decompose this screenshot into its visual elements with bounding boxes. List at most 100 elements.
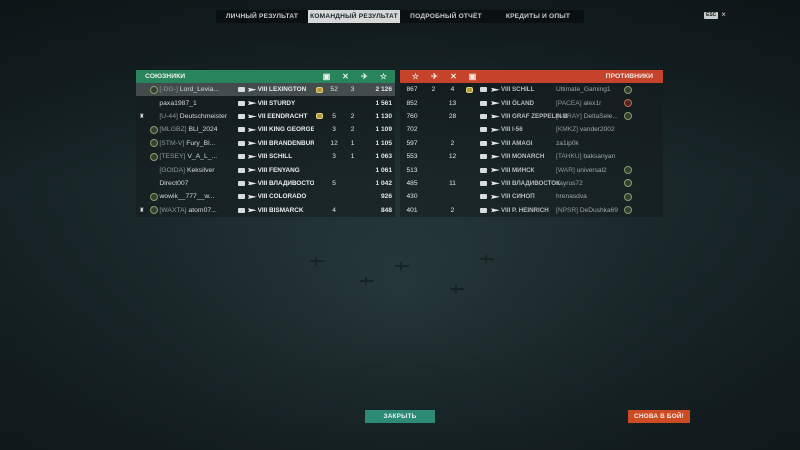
rank-icon <box>149 125 158 134</box>
ship-class-icon <box>479 100 487 106</box>
enemy-row[interactable]: 513 VIII МИНСК [WAR] universal2 <box>400 163 663 176</box>
avatar-cell <box>148 179 160 187</box>
enemy-row[interactable]: 430 VIII СИНОП hrenasdva <box>400 190 663 203</box>
avatar-cell <box>148 152 160 161</box>
tab-credits-xp[interactable]: КРЕДИТЫ И ОПЫТ <box>492 10 584 23</box>
ally-row[interactable]: [-DG-] Lord_Levia... VIII LEXINGTON 52 3 2 1… <box>136 83 395 97</box>
ship-class-icon <box>238 207 246 213</box>
medal-icon <box>315 113 323 120</box>
player-name[interactable]: [-DG-] Lord_Levia... <box>159 86 236 93</box>
kills-value: 28 <box>448 112 457 120</box>
player-name[interactable]: [TESEY] V_A_L_... <box>159 153 236 160</box>
player-name[interactable]: [ARRAY] DeltaSele... <box>556 113 622 120</box>
xp-value: 430 <box>406 193 418 201</box>
player-name[interactable]: Ultimate_Gaming1 <box>556 86 622 93</box>
ally-row[interactable]: [GOIDA] Keksilver VIII FENYANG 1 061 <box>136 163 395 176</box>
close-icon[interactable]: × <box>721 11 726 19</box>
ally-row[interactable]: [STM-V] Fury_Bl... VIII BRANDENBURG 12 1 1 1… <box>136 137 395 150</box>
allies-title: СОЮЗНИКИ <box>145 73 186 80</box>
battle-again-button[interactable]: СНОВА В БОЙ! <box>628 410 690 423</box>
player-name[interactable]: Direct007 <box>159 180 236 187</box>
ship-class-icon <box>238 113 246 119</box>
ship-name: VIII COLORADO <box>257 193 307 201</box>
planes-value: 2 <box>431 86 436 94</box>
enemy-row[interactable]: 867 2 4 VIII SCHILL Ultimate_Gaming1 <box>400 83 663 96</box>
class-cell <box>476 87 490 93</box>
player-nick: Deutschmeister <box>179 112 227 120</box>
enemy-row[interactable]: 401 2 VIII P. HEINRICH [NPSR] DeDushka69 <box>400 204 663 217</box>
ship-name: VIII FENYANG <box>257 166 300 174</box>
window-close[interactable]: ESC × <box>704 11 726 19</box>
ship-icon-cell <box>490 181 501 186</box>
player-name[interactable]: [MLGBZ] BLI_2024 <box>159 126 236 133</box>
tab-team-result[interactable]: КОМАНДНЫЙ РЕЗУЛЬТАТ <box>308 10 400 23</box>
ship-name: VIII P. HEINRICH <box>501 206 549 214</box>
enemy-row[interactable]: 597 2 VIII AMAGI za1ip0k <box>400 137 663 150</box>
player-name[interactable]: [KMKZ] vander2002 <box>556 126 622 133</box>
xp-value: 2 126 <box>375 86 392 94</box>
player-name[interactable]: [TAHKU] baksanyan <box>556 153 622 160</box>
class-cell <box>236 127 247 133</box>
enemies-title: ПРОТИВНИКИ <box>605 73 653 80</box>
avatar-cell <box>622 85 634 94</box>
clan-tag[interactable]: [TAHKU] <box>556 153 583 160</box>
player-name[interactable]: za1ip0k <box>556 140 622 147</box>
ship-silhouette-icon <box>491 114 500 119</box>
avatar-cell <box>622 206 634 215</box>
tab-personal-result[interactable]: ЛИЧНЫЙ РЕЗУЛЬТАТ <box>216 10 308 23</box>
clan-tag[interactable]: [WAR] <box>556 167 577 174</box>
ship-class-icon <box>238 87 246 93</box>
clan-tag[interactable]: [NPSR] <box>556 207 580 214</box>
clan-tag[interactable]: [ARRAY] <box>556 113 584 120</box>
close-button[interactable]: ЗАКРЫТЬ <box>365 410 435 423</box>
clan-tag[interactable]: [KMKZ] <box>556 126 580 133</box>
player-name[interactable]: [GOIDA] Keksilver <box>159 167 236 174</box>
enemy-row[interactable]: 852 13 VIII ÖLAND [PACEA] alex1r <box>400 96 663 109</box>
allies-list: [-DG-] Lord_Levia... VIII LEXINGTON 52 3 2 1… <box>136 83 395 217</box>
planes-value: 2 <box>350 112 355 120</box>
class-cell <box>236 167 247 173</box>
player-name[interactable]: [STM-V] Fury_Bl... <box>159 140 236 147</box>
player-name[interactable]: sayrus72 <box>556 180 622 187</box>
player-nick: paxa1987_1 <box>159 99 197 107</box>
player-nick: vander2002 <box>579 126 615 134</box>
player-name[interactable]: paxa1987_1 <box>159 100 236 107</box>
player-nick: Fury_Bl... <box>186 139 216 147</box>
clan-tag[interactable]: [PACEA] <box>556 100 583 107</box>
ship-class-icon <box>479 180 487 186</box>
clan-tag[interactable]: [U-44] <box>159 113 179 120</box>
ally-row[interactable]: ♜ [U-44] Deutschmeister VII EENDRACHT 5 2 1 1… <box>136 110 395 123</box>
player-nick: atom07... <box>188 206 217 214</box>
ally-row[interactable]: Direct007 VIII ВЛАДИВОСТОК 5 1 042 <box>136 177 395 190</box>
clan-tag[interactable]: [WAXTA] <box>159 207 188 214</box>
player-name[interactable]: [WAXTA] atom07... <box>159 207 236 214</box>
ally-row[interactable]: wowik__777__w... VIII COLORADO 926 <box>136 190 395 203</box>
enemy-row[interactable]: 760 28 VIII GRAF ZEPPELIN B [ARRAY] DeltaSe… <box>400 110 663 123</box>
ally-row[interactable]: [TESEY] V_A_L_... VIII SCHILL 3 1 1 063 <box>136 150 395 163</box>
clan-tag[interactable]: [GOIDA] <box>159 167 187 174</box>
ship-name: VIII SCHILL <box>501 86 535 94</box>
ship-class-icon <box>238 100 246 106</box>
ally-row[interactable]: paxa1987_1 VIII STURDY 1 561 <box>136 96 395 109</box>
player-name[interactable]: [NPSR] DeDushka69 <box>556 207 622 214</box>
player-name[interactable]: wowik__777__w... <box>159 193 236 200</box>
player-name[interactable]: [U-44] Deutschmeister <box>159 113 236 120</box>
player-name[interactable]: hrenasdva <box>556 193 622 200</box>
enemy-row[interactable]: 553 12 VIII MONARCH [TAHKU] baksanyan <box>400 150 663 163</box>
ship-icon-cell <box>490 87 501 92</box>
class-cell <box>476 180 490 186</box>
medal-icon: ▣ <box>468 72 477 81</box>
clan-tag[interactable]: [-DG-] <box>159 86 179 93</box>
background-sea <box>0 0 800 450</box>
clan-tag[interactable]: [STM-V] <box>159 140 186 147</box>
player-name[interactable]: [WAR] universal2 <box>556 167 622 174</box>
tab-detailed-report[interactable]: ПОДРОБНЫЙ ОТЧЁТ <box>400 10 492 23</box>
clan-tag[interactable]: [MLGBZ] <box>159 126 188 133</box>
ally-row[interactable]: [MLGBZ] BLI_2024 VIII KING GEORGE V 3 2 1 10… <box>136 123 395 136</box>
ally-row[interactable]: ♜ [WAXTA] atom07... VIII BISMARCK 4 848 <box>136 204 395 217</box>
clan-tag[interactable]: [TESEY] <box>159 153 187 160</box>
class-cell <box>236 194 247 200</box>
enemy-row[interactable]: 702 VIII I-56 [KMKZ] vander2002 <box>400 123 663 136</box>
player-name[interactable]: [PACEA] alex1r <box>556 100 622 107</box>
enemy-row[interactable]: 485 11 VIII ВЛАДИВОСТОК sayrus72 <box>400 177 663 190</box>
